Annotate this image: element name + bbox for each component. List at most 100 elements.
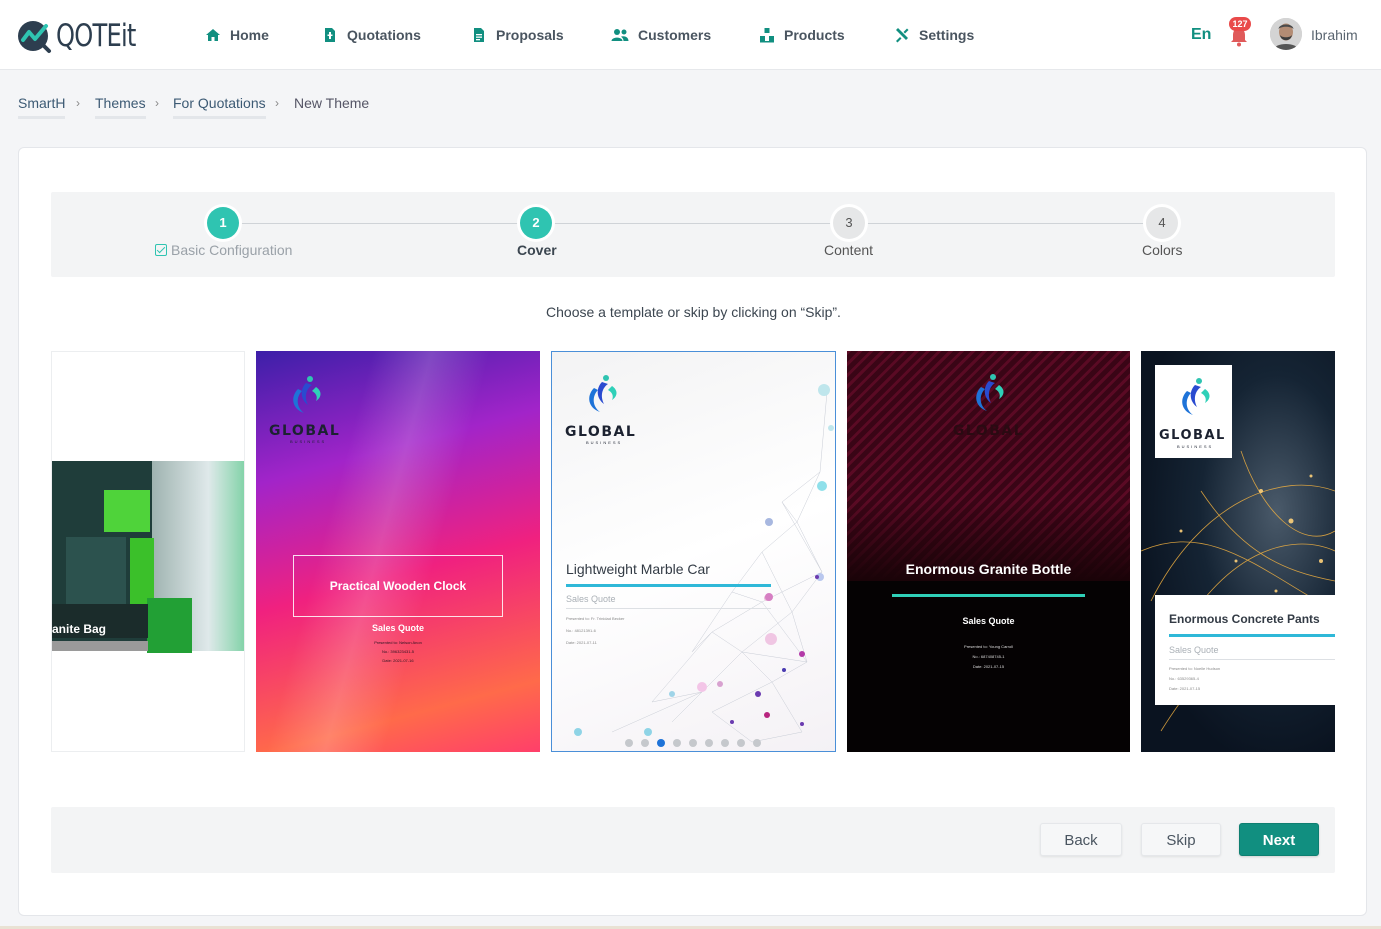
pagination-dot[interactable]: [641, 739, 649, 747]
nav-proposals[interactable]: Proposals: [471, 25, 564, 45]
template-meta-presented: Presented to: Fr. Trinidad Becker: [566, 616, 625, 621]
pagination-dot[interactable]: [721, 739, 729, 747]
nav-customers-label: Customers: [638, 27, 712, 43]
template-meta-date: Date: 2021-07-16: [382, 658, 414, 663]
global-business-logo-icon: [589, 375, 617, 412]
home-icon: [206, 29, 220, 41]
nav-settings[interactable]: Settings: [894, 25, 974, 45]
template-subtitle: Sales Quote: [566, 594, 616, 604]
brand-sub: BUSINESS: [1177, 444, 1214, 449]
pagination-dot[interactable]: [689, 739, 697, 747]
brand-name: GLOBAL: [1159, 428, 1226, 443]
global-business-logo-icon: [976, 374, 1004, 411]
template-card-enormous-granite-bottle[interactable]: GLOBAL Enormous Granite Bottle Sales Quo…: [847, 351, 1130, 752]
step-1-label[interactable]: Basic Configuration: [155, 242, 292, 258]
step-3-label[interactable]: Content: [824, 242, 873, 258]
template-title: Enormous Granite Bottle: [905, 561, 1072, 577]
pagination-dot[interactable]: [625, 739, 633, 747]
step-connector: [865, 223, 1165, 224]
products-icon: [760, 28, 774, 43]
breadcrumb-for-quotations[interactable]: For Quotations: [173, 95, 266, 119]
carousel-pagination: [625, 739, 761, 747]
wizard-stepper: 1 Basic Configuration 2 Cover 3 Content …: [51, 192, 1335, 277]
template-subtitle: Sales Quote: [962, 616, 1015, 626]
nav-quotations-label: Quotations: [347, 27, 421, 43]
template-card-practical-wooden-clock[interactable]: GLOBAL BUSINESS Practical Wooden Clock S…: [256, 351, 540, 752]
nav-settings-label: Settings: [919, 27, 975, 43]
instruction-text: Choose a template or skip by clicking on…: [546, 304, 841, 320]
avatar-photo-icon: [1270, 18, 1302, 50]
step-1-label-text: Basic Configuration: [171, 242, 293, 258]
user-name[interactable]: Ibrahim: [1311, 27, 1358, 43]
template-card-partial[interactable]: anite Bag: [51, 351, 245, 752]
step-2-circle[interactable]: 2: [520, 207, 552, 239]
global-business-logo-icon: [293, 376, 321, 413]
checkbox-checked-icon: [155, 244, 167, 256]
step-4-label[interactable]: Colors: [1142, 242, 1182, 258]
template-meta-number: No.: 48121391-6: [566, 628, 596, 633]
pagination-dot-active[interactable]: [657, 739, 665, 747]
nav-products[interactable]: Products: [759, 25, 845, 45]
template-card-enormous-concrete-pants[interactable]: GLOBAL BUSINESS Enormous Concrete Pants …: [1141, 351, 1335, 752]
quotation-doc-icon: [325, 28, 335, 42]
language-switcher[interactable]: En: [1191, 26, 1211, 44]
skip-button[interactable]: Skip: [1141, 823, 1221, 856]
brand-sub: BUSINESS: [586, 440, 623, 445]
template-title: Lightweight Marble Car: [566, 561, 710, 577]
brand-name: GLOBAL: [952, 423, 1025, 439]
customers-icon: [611, 29, 629, 41]
template-subtitle: Sales Quote: [371, 623, 425, 633]
template-title: anite Bag: [52, 622, 107, 636]
nav-home[interactable]: Home: [205, 25, 269, 45]
settings-tools-icon: [896, 28, 909, 43]
logo-text: QOTEit: [56, 18, 136, 54]
breadcrumb-smarth[interactable]: SmartH: [18, 95, 66, 119]
step-4-circle[interactable]: 4: [1146, 207, 1178, 239]
nav-home-label: Home: [230, 27, 269, 43]
template-meta-number: No.: 687408745-1: [972, 654, 1005, 659]
global-business-logo-icon: [1182, 378, 1210, 415]
notification-badge: 127: [1229, 17, 1251, 31]
nav-products-label: Products: [784, 27, 845, 43]
brand-name: GLOBAL: [565, 424, 637, 440]
template-meta-date: Date: 2021-07-11: [566, 640, 597, 645]
template-meta-date: Date: 2021-07-15: [972, 664, 1005, 669]
theme-wizard-card: 1 Basic Configuration 2 Cover 3 Content …: [18, 147, 1367, 916]
pagination-dot[interactable]: [673, 739, 681, 747]
pagination-dot[interactable]: [753, 739, 761, 747]
template-carousel[interactable]: anite Bag GLOBAL BUSINESS Practical Wood…: [51, 351, 1335, 753]
chevron-right-icon: ›: [76, 96, 80, 110]
brand-sub: BUSINESS: [290, 439, 327, 444]
proposal-doc-icon: [474, 28, 484, 42]
nav-customers[interactable]: Customers: [611, 25, 711, 45]
chevron-right-icon: ›: [155, 96, 159, 110]
breadcrumb-themes[interactable]: Themes: [95, 95, 146, 119]
pagination-dot[interactable]: [737, 739, 745, 747]
app-logo[interactable]: QOTEit: [16, 18, 158, 54]
template-meta-presented: Presented to: Noelle Hudson: [1169, 666, 1221, 671]
template-card-lightweight-marble-car[interactable]: GLOBAL BUSINESS Lightweight Marble Car S…: [551, 351, 836, 752]
qoteit-logo-icon: [18, 21, 51, 53]
wizard-footer: Back Skip Next: [51, 807, 1335, 873]
nav-proposals-label: Proposals: [496, 27, 564, 43]
template-meta-number: No.: 63529365-4: [1169, 676, 1199, 681]
template-meta-date: Date: 2021-07-15: [1169, 686, 1201, 691]
pagination-dot[interactable]: [705, 739, 713, 747]
breadcrumb-new-theme: New Theme: [294, 95, 370, 111]
top-bar: QOTEit Home Quotations Proposals Custome…: [0, 0, 1381, 70]
step-1-circle[interactable]: 1: [207, 207, 239, 239]
nav-quotations[interactable]: Quotations: [322, 25, 421, 45]
step-2-label[interactable]: Cover: [517, 242, 557, 258]
template-title: Enormous Concrete Pants: [1169, 612, 1320, 626]
chevron-right-icon: ›: [275, 96, 279, 110]
template-title: Practical Wooden Clock: [329, 579, 467, 593]
user-avatar[interactable]: [1270, 18, 1302, 50]
back-button[interactable]: Back: [1040, 823, 1122, 856]
step-connector: [239, 223, 865, 224]
template-meta-number: No.: 396323431-5: [381, 649, 415, 654]
template-meta-presented: Presented to: Nelson Anon: [374, 640, 422, 645]
next-button[interactable]: Next: [1239, 823, 1319, 856]
template-meta-presented: Presented to: Young Carroll: [964, 644, 1013, 649]
brand-name: GLOBAL: [269, 423, 341, 439]
step-3-circle[interactable]: 3: [833, 207, 865, 239]
